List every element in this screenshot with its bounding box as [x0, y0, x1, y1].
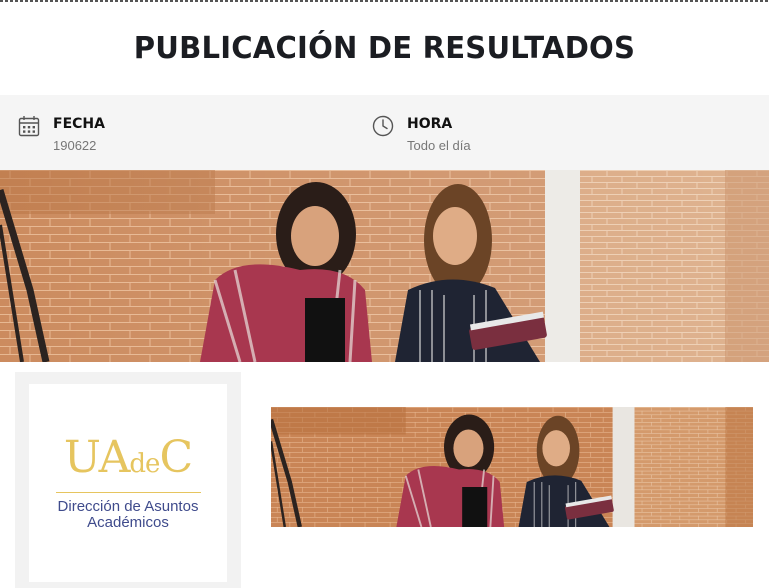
date-value: 190622 [53, 138, 97, 153]
logo-mark-ua: UA [63, 431, 131, 483]
page-title: PUBLICACIÓN DE RESULTADOS [133, 31, 636, 66]
time-info: HORA Todo el día [372, 115, 471, 153]
logo-mark-c: C [159, 431, 193, 483]
date-info: FECHA 190622 [18, 115, 105, 153]
logo-mark: UAdeC [64, 435, 193, 486]
hero-image [0, 170, 769, 362]
date-label: FECHA [53, 116, 105, 132]
logo-text-line2: Académicos [87, 513, 169, 531]
event-info-bar: FECHA 190622 HORA Todo el día [0, 95, 769, 170]
logo-text-line1: Dirección de Asuntos [57, 497, 199, 515]
logo-card: UAdeC Dirección de Asuntos Académicos [15, 372, 241, 588]
title-section: PUBLICACIÓN DE RESULTADOS [0, 2, 769, 95]
clock-icon [372, 115, 394, 137]
logo-mark-de: de [129, 448, 160, 479]
time-value: Todo el día [407, 138, 471, 153]
thumbnail-image[interactable] [271, 407, 753, 527]
uadec-logo: UAdeC Dirección de Asuntos Académicos [29, 384, 227, 582]
calendar-icon [18, 115, 40, 137]
time-label: HORA [407, 116, 453, 132]
logo-divider [55, 491, 201, 493]
